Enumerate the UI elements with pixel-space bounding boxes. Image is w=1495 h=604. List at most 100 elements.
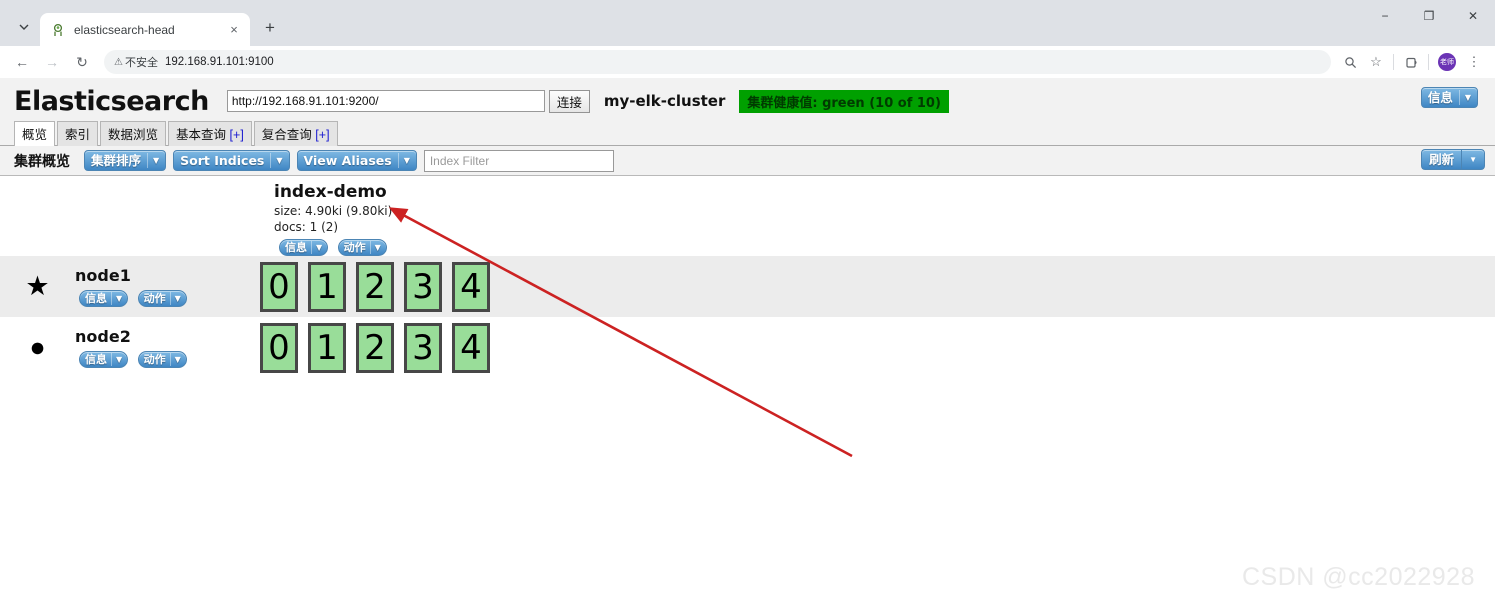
minimize-icon[interactable]: − [1363,0,1407,32]
browser-chrome: elasticsearch-head × + − ❐ ✕ ← → ↻ ⚠ 不安全… [0,0,1495,78]
avatar[interactable]: 老师 [1438,53,1456,71]
index-name: index-demo [274,182,387,202]
view-aliases-label: View Aliases [303,153,392,168]
es-head-logo-icon [50,22,66,38]
shard-list: 0 1 2 3 4 [260,322,500,373]
chevron-down-icon: ▼ [111,353,122,366]
tab-search-icon[interactable] [10,13,38,41]
node-action-button[interactable]: 动作 ▼ [137,290,187,307]
chrome-menu-icon[interactable]: ⋮ [1461,49,1487,75]
browser-toolbar: ← → ↻ ⚠ 不安全 192.168.91.101:9100 ☆ 老师 ⋮ [0,46,1495,78]
tab-composite-query-plus: [+] [315,128,330,142]
cluster-overview-table: index-demo size: 4.90ki (9.80ki) docs: 1… [0,176,1495,378]
node-action-label: 动作 [143,292,166,305]
tab-indices[interactable]: 索引 [57,121,99,146]
shard-box[interactable]: 0 [260,322,298,373]
search-icon[interactable] [1337,49,1363,75]
index-info-button[interactable]: 信息 ▼ [279,239,329,256]
address-bar[interactable]: ⚠ 不安全 192.168.91.101:9100 [104,50,1331,74]
shard-box[interactable]: 0 [260,261,298,312]
close-window-icon[interactable]: ✕ [1451,0,1495,32]
master-star-icon: ★ [25,271,50,301]
shard-box[interactable]: 2 [356,322,394,373]
node-info: node2 信息 ▼ 动作 ▼ [75,327,260,368]
tab-data-browse[interactable]: 数据浏览 [100,121,167,146]
connect-button[interactable]: 连接 [548,89,590,113]
shard-box[interactable]: 4 [452,261,490,312]
node-info-button[interactable]: 信息 ▼ [79,290,129,307]
tab-basic-query-label: 基本查询 [176,128,227,142]
index-docs: docs: 1 (2) [274,220,339,234]
chevron-down-icon: ▼ [311,241,322,254]
cluster-url-input[interactable] [226,90,545,112]
tab-overview-label: 概览 [22,128,48,142]
refresh-dropdown-chevron-down-icon[interactable]: ▼ [1461,149,1485,170]
tab-close-icon[interactable]: × [226,22,242,38]
view-aliases-button[interactable]: View Aliases ▼ [296,150,417,171]
node-info-label: 信息 [85,292,107,305]
node-buttons: 信息 ▼ 动作 ▼ [75,350,260,368]
cluster-sort-label: 集群排序 [91,153,142,168]
chevron-down-icon: ▼ [369,241,381,254]
index-action-button[interactable]: 动作 ▼ [337,239,387,256]
index-filter-input[interactable] [423,149,614,172]
chevron-down-icon: ▼ [397,153,410,168]
new-tab-button[interactable]: + [256,14,284,42]
node-name: node1 [75,266,131,285]
chevron-down-icon: ▼ [169,353,181,366]
cluster-toolbar: 集群概览 集群排序 ▼ Sort Indices ▼ View Aliases … [0,146,1495,176]
back-icon[interactable]: ← [8,48,36,76]
reload-icon[interactable]: ↻ [68,48,96,76]
cluster-sort-button[interactable]: 集群排序 ▼ [84,150,167,171]
shard-box[interactable]: 4 [452,322,490,373]
node-info-button[interactable]: 信息 ▼ [79,351,129,368]
node-name: node2 [75,327,131,346]
tab-indices-label: 索引 [65,128,91,142]
security-chip[interactable]: ⚠ 不安全 [114,54,158,70]
tab-overview[interactable]: 概览 [14,121,56,146]
chevron-down-icon: ▼ [169,292,181,305]
header-info-dropdown[interactable]: 信息 ▼ [1420,87,1485,108]
data-node-circle-icon: ● [29,332,46,362]
node-info: node1 信息 ▼ 动作 ▼ [75,266,260,307]
app-header: Elasticsearch 连接 my-elk-cluster 集群健康值: g… [0,78,1495,146]
bookmark-star-icon[interactable]: ☆ [1363,49,1389,75]
nav-tabs: 概览 索引 数据浏览 基本查询 [+] 复合查询 [+] [14,120,1485,146]
shard-box[interactable]: 1 [308,322,346,373]
index-size: size: 4.90ki (9.80ki) [274,204,393,218]
index-header-spacer [0,182,260,256]
sort-indices-label: Sort Indices [180,153,265,168]
shard-box[interactable]: 3 [404,261,442,312]
index-action-label: 动作 [343,241,366,254]
tab-data-browse-label: 数据浏览 [108,128,159,142]
page-title: Elasticsearch [14,85,209,117]
table-row: ★ node1 信息 ▼ 动作 ▼ 0 1 2 3 4 [0,256,1495,317]
node-action-button[interactable]: 动作 ▼ [137,351,187,368]
tab-composite-query[interactable]: 复合查询 [+] [253,121,338,146]
shard-list: 0 1 2 3 4 [260,261,500,312]
cluster-health-badge: 集群健康值: green (10 of 10) [739,89,949,113]
refresh-split-button: 刷新 ▼ [1421,149,1485,170]
tab-basic-query[interactable]: 基本查询 [+] [168,121,252,146]
address-bar-url: 192.168.91.101:9100 [164,56,274,68]
refresh-button[interactable]: 刷新 [1421,149,1462,170]
toolbar-divider [1393,54,1394,70]
security-label: 不安全 [124,57,158,69]
maximize-icon[interactable]: ❐ [1407,0,1451,32]
node-info-label: 信息 [85,353,107,366]
cluster-name: my-elk-cluster [603,92,726,110]
shard-box[interactable]: 3 [404,322,442,373]
shard-box[interactable]: 2 [356,261,394,312]
browser-tab[interactable]: elasticsearch-head × [40,13,250,46]
shard-box[interactable]: 1 [308,261,346,312]
node-action-label: 动作 [143,353,166,366]
window-controls: − ❐ ✕ [1363,0,1495,32]
warning-triangle-icon: ⚠ [114,56,123,68]
header-info-button[interactable]: 信息 ▼ [1420,87,1478,108]
chevron-down-icon: ▼ [111,292,122,305]
index-buttons: 信息 ▼ 动作 ▼ [274,238,392,256]
extensions-icon[interactable] [1398,49,1424,75]
forward-icon[interactable]: → [38,48,66,76]
index-header-row: index-demo size: 4.90ki (9.80ki) docs: 1… [0,182,1495,256]
sort-indices-button[interactable]: Sort Indices ▼ [173,150,290,171]
